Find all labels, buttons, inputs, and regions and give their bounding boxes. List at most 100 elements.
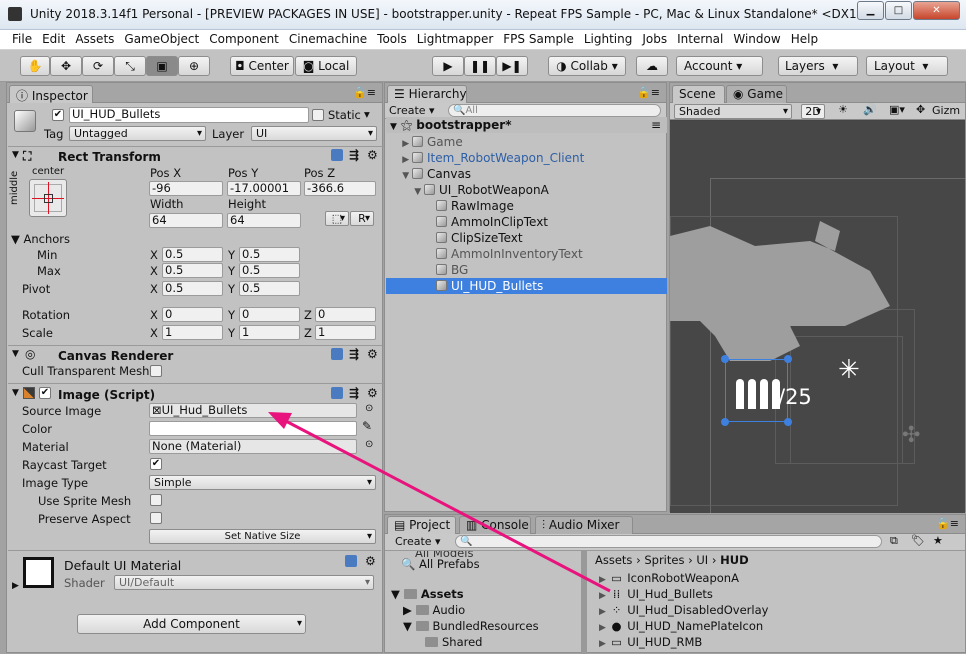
breadcrumb-item[interactable]: HUD (720, 553, 749, 567)
menu-window[interactable]: Window (728, 30, 785, 49)
2d-toggle[interactable]: 2D (801, 104, 825, 119)
project-create-dropdown[interactable]: Create ▾ (395, 535, 441, 548)
effects-dropdown-icon[interactable]: ▣▾ (889, 103, 905, 116)
minimize-button[interactable]: ▁ (857, 1, 884, 20)
menu-fps-sample[interactable]: FPS Sample (498, 30, 579, 49)
panel-menu-icon[interactable]: 🔒≡ (637, 86, 660, 99)
menu-internal[interactable]: Internal (672, 30, 728, 49)
breadcrumb-item[interactable]: UI (696, 553, 708, 567)
anchor-preset-button[interactable] (29, 179, 67, 217)
tree-item-assets[interactable]: ▼ Assets (391, 587, 464, 601)
help-icon[interactable] (331, 348, 343, 360)
layers-dropdown[interactable]: Layers ▾ (778, 56, 858, 76)
filter-type-icon[interactable]: ⧉ (890, 534, 898, 548)
asset-item[interactable]: ▶ ⁞⁞ UI_Hud_Bullets (599, 587, 713, 601)
menu-help[interactable]: Help (786, 30, 823, 49)
menu-file[interactable]: File (7, 30, 37, 49)
scale-tool-icon[interactable]: ⤡ (114, 56, 146, 76)
hierarchy-item[interactable]: AmmoInInventoryText (386, 246, 667, 262)
handle-bottom-right[interactable] (784, 418, 792, 426)
tab-hierarchy[interactable]: ☰ Hierarchy (387, 85, 467, 103)
tab-console[interactable]: ▥ Console (459, 516, 531, 534)
rect-transform-header[interactable]: ▼ ⛶ Rect Transform ⇶ ⚙ (8, 146, 387, 166)
hierarchy-item[interactable]: BG (386, 262, 667, 278)
posy-field[interactable]: -17.00001 (227, 181, 301, 196)
hand-tool-icon[interactable]: ✋ (20, 56, 50, 76)
set-native-size-button[interactable]: Set Native Size (149, 529, 376, 544)
hierarchy-item[interactable]: ▶ Game (386, 134, 667, 150)
hierarchy-item[interactable]: RawImage (386, 198, 667, 214)
move-tool-icon[interactable]: ✥ (50, 56, 82, 76)
help-icon[interactable] (345, 555, 357, 567)
width-field[interactable]: 64 (149, 213, 223, 228)
static-dropdown-icon[interactable]: ▾ (364, 107, 370, 121)
anchors-foldout[interactable]: ▼ Anchors (11, 232, 70, 246)
layer-dropdown[interactable]: UI (251, 126, 377, 141)
raw-edit-button[interactable]: R (350, 211, 374, 226)
pivot-y-field[interactable]: 0.5 (239, 281, 300, 296)
transform-tool-icon[interactable]: ⊕ (178, 56, 210, 76)
create-dropdown[interactable]: Create ▾ (389, 104, 435, 117)
rotation-x-field[interactable]: 0 (162, 307, 223, 322)
project-tree-scrollbar[interactable] (581, 551, 587, 654)
breadcrumb-item[interactable]: Sprites (644, 553, 684, 567)
menu-component[interactable]: Component (204, 30, 284, 49)
image-script-header[interactable]: ▼ ✔ Image (Script) ⇶ ⚙ (8, 383, 387, 403)
hierarchy-search-input[interactable]: 🔍All (448, 104, 661, 117)
menu-assets[interactable]: Assets (70, 30, 119, 49)
scene-menu-icon[interactable]: ≡ (651, 117, 661, 133)
preset-icon[interactable]: ⇶ (349, 386, 359, 400)
settings-gear-icon[interactable]: ⚙ (367, 347, 378, 361)
hierarchy-item[interactable]: AmmoInClipText (386, 214, 667, 230)
help-icon[interactable] (331, 387, 343, 399)
hierarchy-item[interactable]: ▼ Canvas (386, 166, 667, 182)
maximize-button[interactable]: □ (885, 1, 912, 20)
collab-dropdown[interactable]: ◑ Collab ▾ (548, 56, 626, 76)
canvas-renderer-header[interactable]: ▼ ◎ Canvas Renderer ⇶ ⚙ (8, 345, 387, 365)
tab-game[interactable]: ◉ Game (726, 85, 787, 103)
material-field[interactable]: None (Material) (149, 439, 357, 454)
tree-item-shared[interactable]: Shared (425, 635, 483, 649)
menu-lighting[interactable]: Lighting (579, 30, 638, 49)
favorite-icon[interactable]: ★ (933, 534, 943, 547)
pause-icon[interactable]: ❚❚ (464, 56, 496, 76)
asset-item[interactable]: ▶ ⁘ UI_Hud_DisabledOverlay (599, 603, 768, 617)
object-picker-icon[interactable]: ⊙ (365, 403, 373, 414)
shading-dropdown[interactable]: Shaded (674, 104, 792, 119)
image-enabled-checkbox[interactable]: ✔ (39, 387, 51, 399)
scene-row[interactable]: ▼ ⚝ bootstrapper* ≡ (386, 117, 667, 133)
preset-icon[interactable]: ⇶ (349, 148, 359, 162)
panel-menu-icon[interactable]: 🔒≡ (353, 86, 376, 99)
collapse-arrow-icon[interactable]: ▼ (12, 388, 19, 398)
expand-arrow-icon[interactable]: ▶ (12, 581, 19, 591)
filter-label-icon[interactable]: 🏷 (911, 534, 925, 547)
breadcrumb-item[interactable]: Assets (595, 553, 632, 567)
collapse-arrow-icon[interactable]: ▼ (12, 349, 19, 359)
asset-item[interactable]: ▶ ● UI_HUD_NamePlateIcon (599, 619, 763, 633)
tab-inspector[interactable]: ⓘ Inspector (9, 85, 93, 103)
shader-dropdown[interactable]: UI/Default (114, 575, 374, 590)
handle-top-right[interactable] (784, 355, 792, 363)
menu-gameobject[interactable]: GameObject (119, 30, 204, 49)
asset-item[interactable]: ▶ ▭ IconRobotWeaponA (599, 571, 739, 585)
rotation-z-field[interactable]: 0 (315, 307, 376, 322)
asset-item[interactable]: ▶ ▭ UI_HUD_RMB (599, 635, 702, 649)
handle-top-left[interactable] (721, 355, 729, 363)
camera-icon[interactable]: ✥ (916, 103, 925, 116)
gizmos-dropdown[interactable]: Gizm (932, 104, 960, 117)
scale-z-field[interactable]: 1 (315, 325, 376, 340)
posx-field[interactable]: -96 (149, 181, 223, 196)
anchor-max-y-field[interactable]: 0.5 (239, 263, 300, 278)
pivot-x-field[interactable]: 0.5 (162, 281, 223, 296)
menu-tools[interactable]: Tools (372, 30, 412, 49)
hierarchy-item[interactable]: ▶ Item_RobotWeapon_Client (386, 150, 667, 166)
tab-scene[interactable]: Scene (672, 85, 725, 103)
hierarchy-item[interactable]: ClipSizeText (386, 230, 667, 246)
step-icon[interactable]: ▶❚ (496, 56, 528, 76)
active-checkbox[interactable]: ✔ (52, 109, 64, 121)
layout-dropdown[interactable]: Layout ▾ (866, 56, 948, 76)
space-toggle[interactable]: ◙ Local (295, 56, 357, 76)
rotate-tool-icon[interactable]: ⟳ (82, 56, 114, 76)
play-icon[interactable]: ▶ (432, 56, 464, 76)
handle-bottom-left[interactable] (721, 418, 729, 426)
